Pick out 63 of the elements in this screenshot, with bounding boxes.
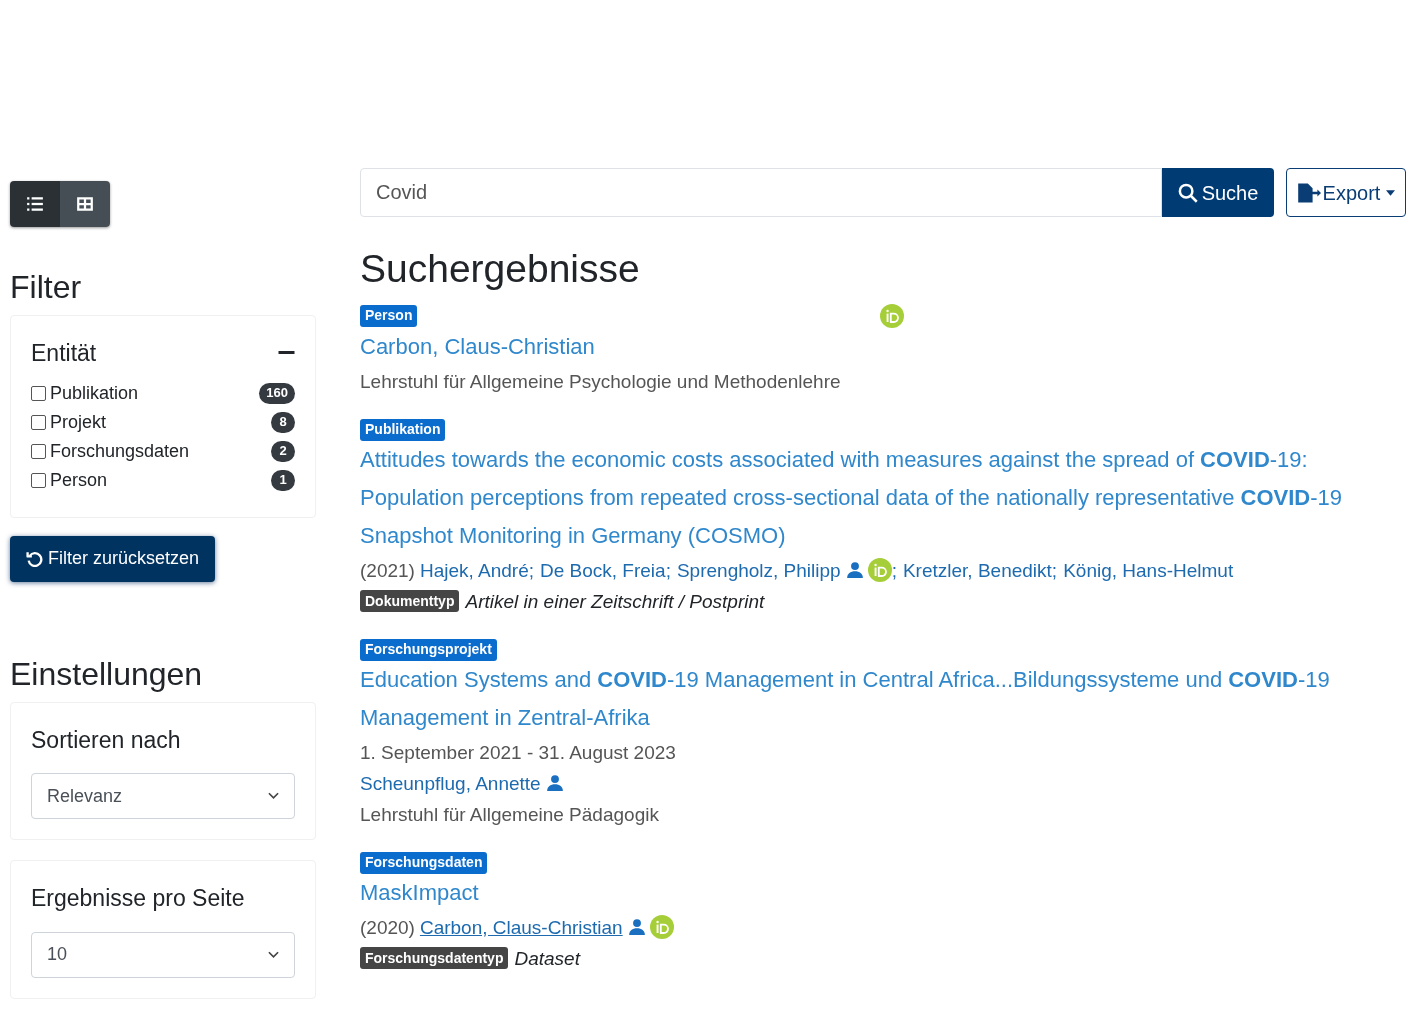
type-value-text: Dataset xyxy=(514,946,580,971)
result-info-text: Lehrstuhl für Allgemeine Psychologie und Methodenlehre xyxy=(360,369,841,394)
caret-icon xyxy=(1386,189,1396,196)
filter-heading: Filter xyxy=(10,268,83,307)
checkbox[interactable] xyxy=(31,443,46,459)
results-heading: Suchergebnisse xyxy=(360,246,641,292)
checkbox[interactable] xyxy=(31,414,46,430)
view-list-button[interactable] xyxy=(10,181,60,227)
separator-text: ; xyxy=(891,558,897,583)
type-label-badge: Forschungsdatentyp xyxy=(360,947,509,970)
author-link[interactable]: De Bock, Freia xyxy=(540,554,666,586)
author-link[interactable]: König, Hans-Helmut xyxy=(1063,554,1234,586)
result-title-link[interactable]: Education Systems and COVID-19 Management in Central Africa...Bildungssysteme und COVID-19 Management in Zentral-Afrika xyxy=(360,660,1406,737)
undo-icon xyxy=(26,550,43,567)
year-text: (2021) xyxy=(360,558,415,583)
author-link[interactable]: Scheunpflug, Annette xyxy=(360,767,541,799)
checkbox[interactable] xyxy=(31,385,46,401)
result-title-link[interactable]: Attitudes towards the economic costs associated with measures against the spread of COVID-19: Population perceptions from repeated cross-sectional data of the nationally representative COVID-19 Snapshot Monitoring in Germany (COSMO) xyxy=(360,440,1406,555)
result-title-link[interactable]: Carbon, Claus-Christian xyxy=(360,327,595,366)
count-badge: 160 xyxy=(259,382,295,404)
checkbox[interactable] xyxy=(31,472,46,488)
search-field[interactable]: Covid xyxy=(360,168,1162,217)
chevron-icon xyxy=(268,950,279,959)
type-badge: Person xyxy=(360,304,418,327)
select-field[interactable]: Relevanz xyxy=(31,773,295,819)
minus-icon xyxy=(278,351,295,356)
author-link[interactable]: Carbon, Claus-Christian xyxy=(419,911,623,943)
author-link[interactable]: Sprengholz, Philipp xyxy=(676,554,841,586)
option-label: Publikation xyxy=(50,381,139,405)
count-badge: 1 xyxy=(271,469,295,491)
option-label: Person xyxy=(50,468,108,492)
reset-filter-button[interactable]: Filter zurücksetzen xyxy=(10,535,216,582)
count-badge: 8 xyxy=(271,411,295,433)
option-label: Forschungsdaten xyxy=(50,439,190,463)
select-label: Ergebnisse pro Seite xyxy=(31,884,246,913)
author-link[interactable]: Kretzler, Benedikt xyxy=(902,554,1052,586)
separator-text: ; xyxy=(1051,558,1058,583)
result-info-text: Lehrstuhl für Allgemeine Pädagogik xyxy=(360,802,659,827)
filter-group-title: Entität xyxy=(31,339,97,368)
result-info-text: 1. September 2021 - 31. August 2023 xyxy=(360,740,676,765)
type-value-text: Artikel in einer Zeitschrift / Postprint xyxy=(465,589,765,614)
separator-text: ; xyxy=(528,558,534,583)
option-label: Projekt xyxy=(50,410,107,434)
type-badge: Forschungsprojekt xyxy=(360,638,497,661)
select-label: Sortieren nach xyxy=(31,725,182,755)
search-button[interactable]: Suche xyxy=(1162,168,1274,217)
author-link[interactable]: Hajek, André xyxy=(419,554,529,586)
settings-heading: Einstellungen xyxy=(10,654,204,694)
file-icon xyxy=(1296,182,1321,203)
search-icon xyxy=(1177,182,1198,203)
export-button[interactable]: Export xyxy=(1286,168,1406,217)
year-text: (2020) xyxy=(360,915,415,940)
view-grid-button[interactable] xyxy=(60,181,110,227)
chevron-icon xyxy=(268,792,279,800)
result-title-link[interactable]: MaskImpact xyxy=(360,873,479,912)
list-icon xyxy=(26,195,44,213)
grid-icon xyxy=(76,195,94,213)
select-field[interactable]: 10 xyxy=(31,931,295,978)
type-badge: Publikation xyxy=(360,418,446,441)
type-badge: Forschungsdaten xyxy=(360,851,488,874)
type-label-badge: Dokumenttyp xyxy=(360,590,460,613)
count-badge: 2 xyxy=(271,440,295,462)
separator-text: ; xyxy=(665,558,671,583)
